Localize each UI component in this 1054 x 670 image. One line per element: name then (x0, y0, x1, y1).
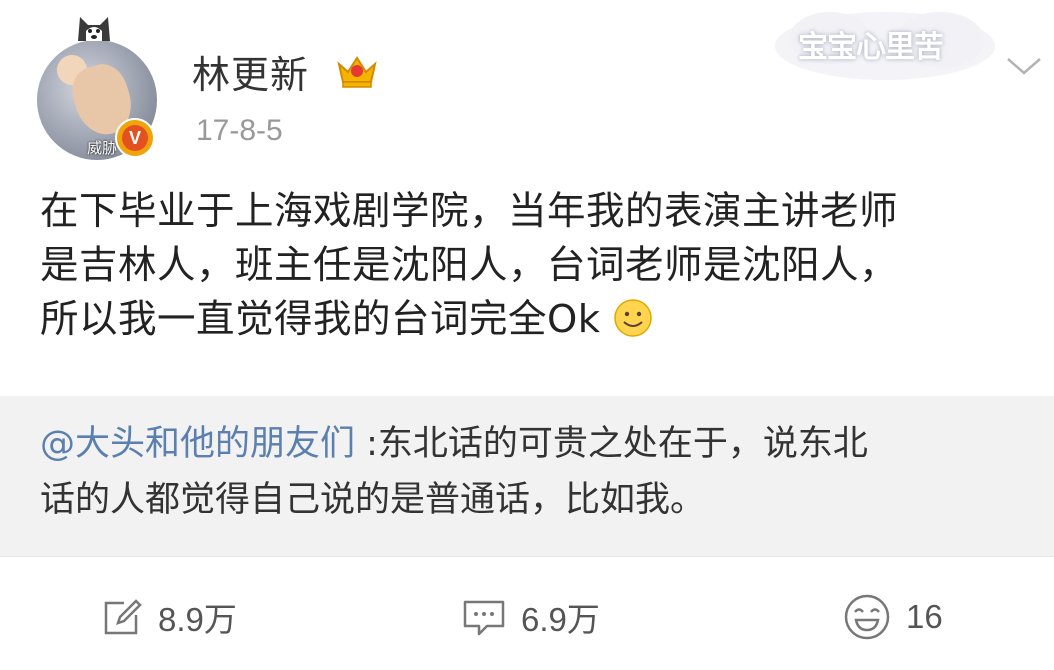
comment-button[interactable]: 6.9万 (461, 593, 600, 641)
comment-icon (463, 600, 505, 636)
post-text-line: 是吉林人，班主任是沈阳人，台词老师是沈阳人， (40, 243, 899, 288)
post-text-line: 在下毕业于上海戏剧学院，当年我的表演主讲老师 (40, 189, 899, 234)
smile-icon (613, 299, 652, 337)
crown-icon[interactable] (334, 50, 380, 90)
chevron-down-icon[interactable] (1005, 55, 1043, 77)
post-text-line-content: 所以我一直觉得我的台词完全Ok (40, 297, 601, 342)
quoted-post-text-segment: :东北话的可贵之处在于，说东北 (355, 424, 868, 464)
quoted-post[interactable]: @大头和他的朋友们 :东北话的可贵之处在于，说东北 话的人都觉得自己说的是普通话… (0, 396, 1054, 556)
laugh-icon (844, 594, 890, 640)
husky-sticker-icon (78, 17, 110, 41)
edit-icon (104, 599, 142, 635)
quoted-post-text: @大头和他的朋友们 :东北话的可贵之处在于，说东北 话的人都觉得自己说的是普通话… (40, 416, 1040, 528)
repost-button[interactable]: 8.9万 (100, 593, 237, 641)
quoted-post-line: @大头和他的朋友们 :东北话的可贵之处在于，说东北 (40, 416, 1040, 472)
like-button[interactable]: 16 (842, 593, 943, 641)
repost-count: 8.9万 (158, 601, 237, 638)
action-bar: 8.9万 6.9万 16 (0, 556, 1054, 670)
post-text-line: 所以我一直觉得我的台词完全Ok (40, 293, 1040, 347)
mention-link[interactable]: @大头和他的朋友们 (40, 424, 355, 464)
verified-badge: V (115, 118, 155, 158)
post-date: 17-8-5 (196, 114, 283, 147)
verified-mark: V (122, 125, 148, 151)
comment-count: 6.9万 (521, 601, 600, 638)
watermark-text: 宝宝心里苦 (798, 30, 944, 65)
weibo-post-card: 威胁 V 林更新 17-8-5 宝宝心里苦 在下毕业于上海戏剧学院，当年我的表演… (0, 0, 1054, 670)
post-text: 在下毕业于上海戏剧学院，当年我的表演主讲老师 是吉林人，班主任是沈阳人，台词老师… (40, 185, 1040, 347)
like-count: 16 (906, 598, 943, 635)
username[interactable]: 林更新 (192, 44, 309, 99)
quoted-post-line: 话的人都觉得自己说的是普通话，比如我。 (40, 480, 706, 520)
avatar-caption: 威胁 (87, 139, 118, 157)
